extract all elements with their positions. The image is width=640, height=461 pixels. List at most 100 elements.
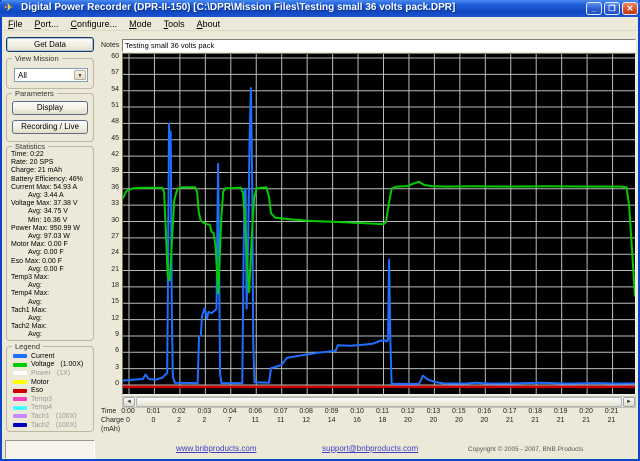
chevron-down-icon[interactable]: ▼ bbox=[74, 70, 86, 80]
chart-hscrollbar[interactable]: ◄ ► bbox=[122, 396, 636, 408]
time-tick-label: 0:08 bbox=[299, 408, 313, 415]
stat-line: Avg: bbox=[28, 282, 42, 290]
legend-label: Power bbox=[31, 369, 51, 377]
close-button[interactable]: ✕ bbox=[622, 2, 638, 15]
minimize-button[interactable]: _ bbox=[586, 2, 602, 15]
legend-item-eso: Eso bbox=[9, 386, 83, 395]
app-window: ✈ Digital Power Recorder (DPR-II-150) [C… bbox=[0, 0, 640, 461]
y-tick-label: 30 bbox=[111, 216, 119, 224]
scroll-right-icon[interactable]: ► bbox=[623, 397, 635, 407]
series-current bbox=[123, 87, 635, 385]
charge-tick-value: 21 bbox=[607, 417, 616, 424]
window-frame-left bbox=[0, 0, 2, 461]
window-title: Digital Power Recorder (DPR-II-150) [C:\… bbox=[21, 2, 456, 13]
y-tick-label: 6 bbox=[115, 347, 119, 355]
y-tick-label: 39 bbox=[111, 167, 119, 175]
time-tick-label: 0:20 bbox=[579, 408, 593, 415]
notes-input[interactable]: Testing small 36 volts pack bbox=[122, 39, 636, 52]
time-tick-label: 0:07 bbox=[273, 408, 288, 415]
stat-line: Avg: 0.00 F bbox=[28, 249, 64, 257]
y-tick-label: 60 bbox=[111, 53, 119, 60]
stat-line: Avg: 3.44 A bbox=[28, 192, 64, 200]
series-voltage bbox=[123, 180, 635, 297]
legend-label: Tach1 bbox=[31, 412, 50, 420]
scrollbar-thumb[interactable] bbox=[136, 397, 622, 407]
y-tick-label: 33 bbox=[111, 200, 119, 208]
y-tick-label: 24 bbox=[111, 249, 119, 257]
eso-color-swatch bbox=[13, 388, 27, 393]
current-color-swatch bbox=[13, 354, 27, 359]
menu-item-mode[interactable]: Mode bbox=[123, 17, 158, 31]
legend-item-tach2: Tach2 (100X) bbox=[9, 421, 83, 430]
stat-line: Avg: bbox=[28, 315, 42, 323]
menu-item-tools[interactable]: Tools bbox=[158, 17, 191, 31]
y-tick-label: 21 bbox=[111, 265, 119, 273]
mission-select-value: All bbox=[18, 71, 27, 80]
mission-select[interactable]: All ▼ bbox=[14, 68, 88, 82]
time-tick-label: 0:19 bbox=[553, 408, 568, 415]
stat-line: Min: 16.36 V bbox=[28, 216, 68, 224]
menu-item-file[interactable]: File bbox=[2, 17, 29, 31]
legend-items: Current Voltage (1.00X) Power (1X) Motor Eso Te… bbox=[9, 352, 83, 429]
legend-item-voltage: Voltage (1.00X) bbox=[9, 361, 83, 370]
legend-item-tach1: Tach1 (100X) bbox=[9, 412, 83, 421]
charge-tick-value: 21 bbox=[556, 417, 565, 424]
stat-line: Tach2 Max: bbox=[11, 323, 47, 331]
y-tick-label: 15 bbox=[111, 298, 119, 306]
app-icon: ✈ bbox=[4, 2, 14, 14]
stat-line: Tach1 Max: bbox=[11, 306, 47, 314]
menu-item-about[interactable]: About bbox=[191, 17, 227, 31]
stat-line: Charge: 21 mAh bbox=[11, 167, 62, 175]
recording-live-button[interactable]: Recording / Live bbox=[12, 120, 88, 134]
statistics-group: Statistics Time: 0:22 Rate: 20 SPS Charge:… bbox=[6, 142, 94, 341]
y-tick-label: 54 bbox=[111, 85, 119, 93]
chart-canvas bbox=[123, 54, 635, 394]
charge-tick-value: 18 bbox=[378, 417, 387, 424]
time-tick-label: 0:11 bbox=[375, 408, 390, 415]
stat-line: Avg: 0.00 F bbox=[28, 265, 64, 273]
time-tick-label: 0:00 bbox=[121, 408, 135, 415]
charge-tick-value: 20 bbox=[480, 417, 489, 424]
y-tick-label: 18 bbox=[111, 281, 119, 289]
power-color-swatch bbox=[13, 371, 27, 376]
display-button[interactable]: Display bbox=[12, 101, 88, 115]
get-data-button[interactable]: Get Data bbox=[6, 37, 94, 52]
legend-label: Eso bbox=[31, 387, 44, 395]
y-tick-label: 51 bbox=[111, 102, 119, 110]
charge-tick-value: 2 bbox=[176, 417, 181, 424]
scroll-left-icon[interactable]: ◄ bbox=[123, 397, 135, 407]
stat-line: Avg: 34.75 V bbox=[28, 208, 68, 216]
menu-item-port[interactable]: Port... bbox=[29, 17, 65, 31]
legend-item-current: Current bbox=[9, 352, 83, 361]
time-tick-label: 0:17 bbox=[502, 408, 517, 415]
statistics-caption: Statistics bbox=[12, 142, 49, 151]
support-email-link[interactable]: support@bnbproducts.com bbox=[322, 444, 418, 453]
charge-tick-value: 16 bbox=[353, 417, 361, 424]
website-link[interactable]: www.bnbproducts.com bbox=[176, 444, 256, 453]
time-tick-label: 0:01 bbox=[146, 408, 161, 415]
charge-tick-value: 21 bbox=[531, 417, 540, 424]
view-mission-caption: View Mission bbox=[12, 54, 62, 63]
maximize-button[interactable]: ❐ bbox=[604, 2, 620, 15]
time-tick-label: 0:02 bbox=[172, 408, 186, 415]
title-bar[interactable]: ✈ Digital Power Recorder (DPR-II-150) [C… bbox=[0, 0, 640, 17]
legend-multiplier: (1.00X) bbox=[60, 361, 84, 369]
stat-line: Avg: bbox=[28, 298, 42, 306]
stat-line: Motor Max: 0.00 F bbox=[11, 241, 68, 249]
charge-tick-value: 11 bbox=[251, 417, 259, 424]
y-tick-label: 9 bbox=[115, 330, 119, 338]
stat-line: Battery Efficiency: 46% bbox=[11, 175, 83, 183]
time-tick-label: 0:10 bbox=[350, 408, 364, 415]
menu-item-configure[interactable]: Configure... bbox=[65, 17, 124, 31]
legend-item-temp3: Temp3 bbox=[9, 395, 83, 404]
legend-label: Current bbox=[31, 352, 55, 360]
y-tick-label: 27 bbox=[111, 232, 119, 240]
legend-label: Temp4 bbox=[31, 404, 53, 412]
legend-group: Legend Current Voltage (1.00X) Power (1X) Mot… bbox=[6, 342, 94, 432]
legend-multiplier: (1X) bbox=[56, 369, 71, 377]
notes-label: Notes bbox=[101, 42, 120, 49]
y-tick-label: 42 bbox=[111, 151, 119, 159]
stat-line: Temp4 Max: bbox=[11, 290, 50, 298]
view-mission-group: View Mission All ▼ bbox=[6, 54, 94, 89]
tach1-color-swatch bbox=[13, 414, 27, 419]
